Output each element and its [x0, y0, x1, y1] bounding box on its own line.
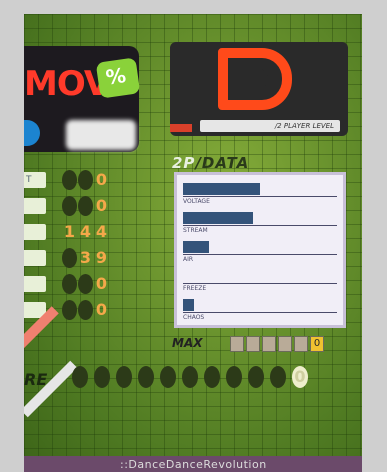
score-digit: 0 — [292, 366, 308, 388]
grade-panel: D /2 PLAYER LEVEL — [170, 42, 348, 136]
judgement-label — [24, 276, 46, 292]
score-digit — [270, 366, 286, 388]
radar-line — [183, 196, 337, 197]
max-combo-digit — [230, 336, 244, 352]
judgement-digit — [78, 170, 93, 190]
radar-bar-voltage — [183, 183, 260, 195]
score-digit — [248, 366, 264, 388]
radar-label: FREEZE — [183, 285, 207, 292]
judgement-digit: 3 — [79, 248, 92, 267]
screen-frame: MOV % D /2 PLAYER LEVEL T001443900 2P/DA… — [0, 0, 387, 472]
song-banner-dot — [24, 120, 40, 146]
judgement-label: T — [24, 172, 46, 188]
score-digit — [138, 366, 154, 388]
judgement-digit: 9 — [95, 248, 108, 267]
radar-line — [183, 225, 337, 226]
score-digit — [94, 366, 110, 388]
judgement-digit: 0 — [95, 274, 108, 293]
score-digit — [72, 366, 88, 388]
footer-logo-text: ::DanceDanceRevolution — [120, 458, 267, 471]
judgement-digit — [62, 274, 77, 294]
score-digit — [204, 366, 220, 388]
judgement-digit — [78, 300, 93, 320]
score-digit — [226, 366, 242, 388]
judgement-label — [24, 198, 46, 214]
max-combo-digit — [246, 336, 260, 352]
judgement-digit — [62, 170, 77, 190]
max-combo-digit — [262, 336, 276, 352]
score-digit — [182, 366, 198, 388]
song-banner-artwork — [66, 120, 136, 150]
score-digit — [160, 366, 176, 388]
song-banner-logo-text: % — [104, 63, 128, 90]
radar-label: VOLTAGE — [183, 198, 210, 205]
grade-letter: D — [218, 48, 292, 110]
radar-title-data: /DATA — [195, 154, 250, 172]
song-banner-logo: % — [95, 57, 141, 99]
judgement-digit — [62, 300, 77, 320]
radar-label: CHAOS — [183, 314, 205, 321]
radar-bar-stream — [183, 212, 253, 224]
radar-line — [183, 283, 337, 284]
score-label: RE — [24, 370, 48, 389]
max-combo-digit — [294, 336, 308, 352]
grade-caption: /2 PLAYER LEVEL — [200, 120, 340, 132]
radar-bar-chaos — [183, 299, 194, 311]
judgement-digit: 0 — [95, 300, 108, 319]
radar-bar-air — [183, 241, 209, 253]
max-combo-digit — [278, 336, 292, 352]
radar-title-player: 2P — [172, 154, 196, 172]
judgement-label — [24, 250, 46, 266]
radar-label: STREAM — [183, 227, 208, 234]
radar-label: AIR — [183, 256, 194, 263]
judgement-digit — [62, 196, 77, 216]
max-combo-label: MAX — [172, 336, 203, 350]
max-combo-digit: 0 — [310, 336, 324, 352]
judgement-digit: 0 — [95, 196, 108, 215]
judgement-label — [24, 224, 46, 240]
score-digit — [116, 366, 132, 388]
groove-radar-panel: VOLTAGE STREAM AIR FREEZE CHAOS — [174, 172, 346, 328]
judgement-digit: 1 — [63, 222, 76, 241]
song-banner: MOV % — [24, 46, 141, 152]
radar-line — [183, 254, 337, 255]
results-screen: MOV % D /2 PLAYER LEVEL T001443900 2P/DA… — [24, 14, 362, 472]
judgement-digit: 4 — [79, 222, 92, 241]
judgement-digit — [78, 274, 93, 294]
judgement-digit: 4 — [95, 222, 108, 241]
grade-red-bar — [170, 124, 192, 132]
radar-title: 2P/DATA — [172, 154, 249, 172]
judgement-digit — [78, 196, 93, 216]
radar-line — [183, 312, 337, 313]
judgement-digit — [62, 248, 77, 268]
judgement-digit: 0 — [95, 170, 108, 189]
